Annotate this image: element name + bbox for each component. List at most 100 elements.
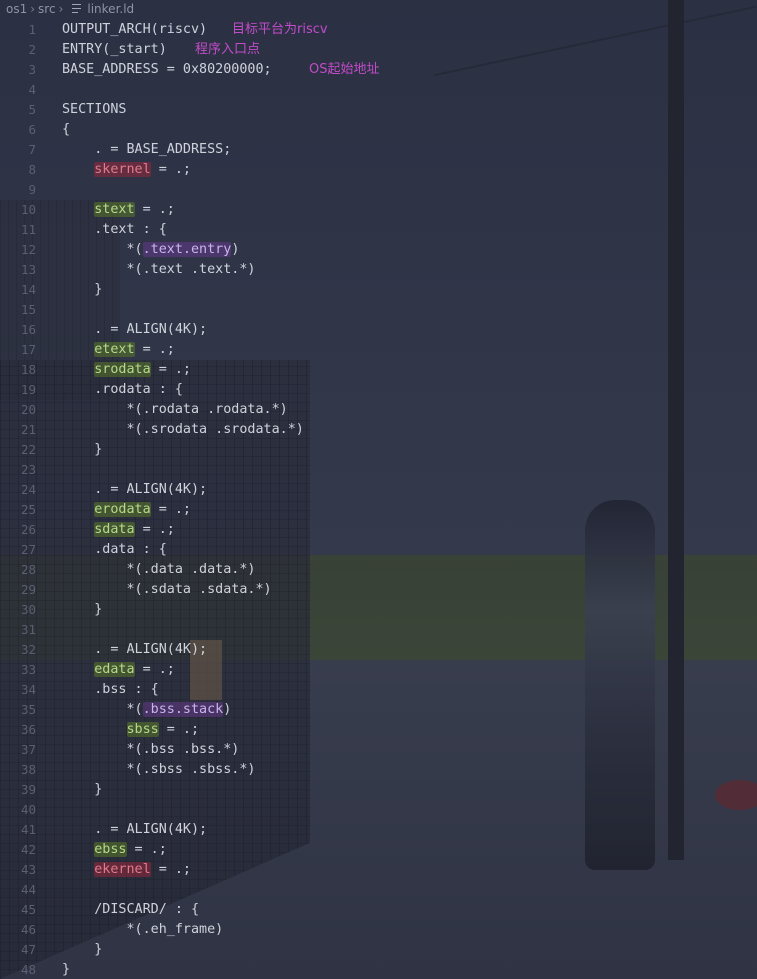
code-line[interactable]: 17 etext = .; (0, 340, 757, 360)
line-number: 35 (20, 702, 36, 717)
breadcrumb: os1 › src › linker.ld (0, 0, 757, 18)
line-number: 45 (20, 902, 36, 917)
code-line[interactable]: 33 edata = .; (0, 660, 757, 680)
code-line[interactable]: 27 .data : { (0, 540, 757, 560)
highlighted-symbol: ekernel (94, 862, 151, 877)
code-line[interactable]: 25 erodata = .; (0, 500, 757, 520)
code-line[interactable]: 10 stext = .; (0, 200, 757, 220)
code-text: .rodata : { (62, 382, 183, 397)
code-line[interactable]: 4 (0, 80, 757, 100)
code-line[interactable]: 30 } (0, 600, 757, 620)
highlighted-symbol: .bss.stack (142, 702, 224, 717)
line-number: 10 (20, 202, 36, 217)
line-number: 43 (20, 862, 36, 877)
code-text: *(.sdata .sdata.*) (62, 582, 272, 597)
inline-comment: 程序入口点 (195, 42, 261, 57)
line-number: 24 (20, 482, 36, 497)
code-line[interactable]: 16 . = ALIGN(4K); (0, 320, 757, 340)
line-number: 32 (20, 642, 36, 657)
code-line[interactable]: 13 *(.text .text.*) (0, 260, 757, 280)
code-line[interactable]: 29 *(.sdata .sdata.*) (0, 580, 757, 600)
line-number: 14 (20, 282, 36, 297)
code-line[interactable]: 20 *(.rodata .rodata.*) (0, 400, 757, 420)
highlighted-symbol: edata (94, 662, 135, 677)
code-suffix: = .; (126, 842, 167, 857)
line-number: 30 (20, 602, 36, 617)
code-line[interactable]: 15 (0, 300, 757, 320)
code-prefix (62, 662, 94, 677)
code-text: } (62, 782, 103, 797)
highlighted-symbol: skernel (94, 162, 151, 177)
chevron-right-icon: › (58, 2, 64, 16)
code-line[interactable]: 46 *(.eh_frame) (0, 920, 757, 940)
line-number: 13 (20, 262, 36, 277)
code-line[interactable]: 47 } (0, 940, 757, 960)
code-line[interactable]: 26 sdata = .; (0, 520, 757, 540)
code-line[interactable]: 19 .rodata : { (0, 380, 757, 400)
breadcrumb-root[interactable]: os1 (6, 2, 27, 16)
code-line[interactable]: 12 *(.text.entry) (0, 240, 757, 260)
line-number: 1 (28, 22, 36, 37)
code-suffix: = .; (134, 202, 175, 217)
code-line[interactable]: 6{ (0, 120, 757, 140)
breadcrumb-file[interactable]: linker.ld (87, 2, 134, 16)
line-number: 33 (20, 662, 36, 677)
code-suffix: = .; (134, 662, 175, 677)
code-prefix (62, 862, 94, 877)
code-line[interactable]: 40 (0, 800, 757, 820)
code-text: } (62, 282, 103, 297)
code-line[interactable]: 14 } (0, 280, 757, 300)
code-text: . = ALIGN(4K); (62, 642, 208, 657)
code-line[interactable]: 18 srodata = .; (0, 360, 757, 380)
code-line[interactable]: 42 ebss = .; (0, 840, 757, 860)
line-number: 22 (20, 442, 36, 457)
code-suffix: = .; (150, 162, 191, 177)
line-number: 25 (20, 502, 36, 517)
code-line[interactable]: 2 ENTRY(_start) 程序入口点 (0, 40, 757, 60)
line-number: 20 (20, 402, 36, 417)
code-line[interactable]: 8 skernel = .; (0, 160, 757, 180)
code-text: BASE_ADDRESS = 0x80200000; (62, 62, 272, 77)
code-line[interactable]: 37 *(.bss .bss.*) (0, 740, 757, 760)
code-line[interactable]: 9 (0, 180, 757, 200)
code-line[interactable]: 22 } (0, 440, 757, 460)
code-line[interactable]: 39 } (0, 780, 757, 800)
code-line[interactable]: 43 ekernel = .; (0, 860, 757, 880)
code-line[interactable]: 45 /DISCARD/ : { (0, 900, 757, 920)
code-line[interactable]: 11 .text : { (0, 220, 757, 240)
code-line[interactable]: 48} (0, 960, 757, 979)
code-line[interactable]: 5 SECTIONS (0, 100, 757, 120)
line-number: 2 (28, 42, 36, 57)
code-line[interactable]: 34 .bss : { (0, 680, 757, 700)
code-suffix: = .; (150, 362, 191, 377)
line-number: 40 (20, 802, 36, 817)
code-line[interactable]: 35 *(.bss.stack) (0, 700, 757, 720)
code-text: . = ALIGN(4K); (62, 822, 208, 837)
code-line[interactable]: 38 *(.sbss .sbss.*) (0, 760, 757, 780)
code-line[interactable]: 44 (0, 880, 757, 900)
code-line[interactable]: 36 sbss = .; (0, 720, 757, 740)
code-prefix: *( (62, 702, 143, 717)
code-line[interactable]: 1 OUTPUT_ARCH(riscv) 目标平台为riscv (0, 20, 757, 40)
breadcrumb-folder[interactable]: src (38, 2, 56, 16)
code-line[interactable]: 23 (0, 460, 757, 480)
code-prefix (62, 722, 127, 737)
code-text: { (62, 122, 71, 137)
code-editor[interactable]: 1 OUTPUT_ARCH(riscv) 目标平台为riscv 2 ENTRY(_sta… (0, 20, 757, 979)
code-line[interactable]: 41 . = ALIGN(4K); (0, 820, 757, 840)
code-line[interactable]: 21 *(.srodata .srodata.*) (0, 420, 757, 440)
code-line[interactable]: 24 . = ALIGN(4K); (0, 480, 757, 500)
code-line[interactable]: 31 (0, 620, 757, 640)
code-text: *(.eh_frame) (62, 922, 224, 937)
code-line[interactable]: 32 . = ALIGN(4K); (0, 640, 757, 660)
code-text: ebss = .; (62, 840, 167, 860)
code-line[interactable]: 7 . = BASE_ADDRESS; (0, 140, 757, 160)
line-number: 5 (28, 102, 36, 117)
code-line[interactable]: 3 BASE_ADDRESS = 0x80200000; OS起始地址 (0, 60, 757, 80)
code-suffix: = .; (158, 722, 200, 737)
highlighted-symbol: sbss (126, 722, 159, 737)
code-text: *(.bss .bss.*) (62, 742, 240, 757)
line-number: 16 (20, 322, 36, 337)
code-text: } (62, 962, 71, 977)
code-line[interactable]: 28 *(.data .data.*) (0, 560, 757, 580)
